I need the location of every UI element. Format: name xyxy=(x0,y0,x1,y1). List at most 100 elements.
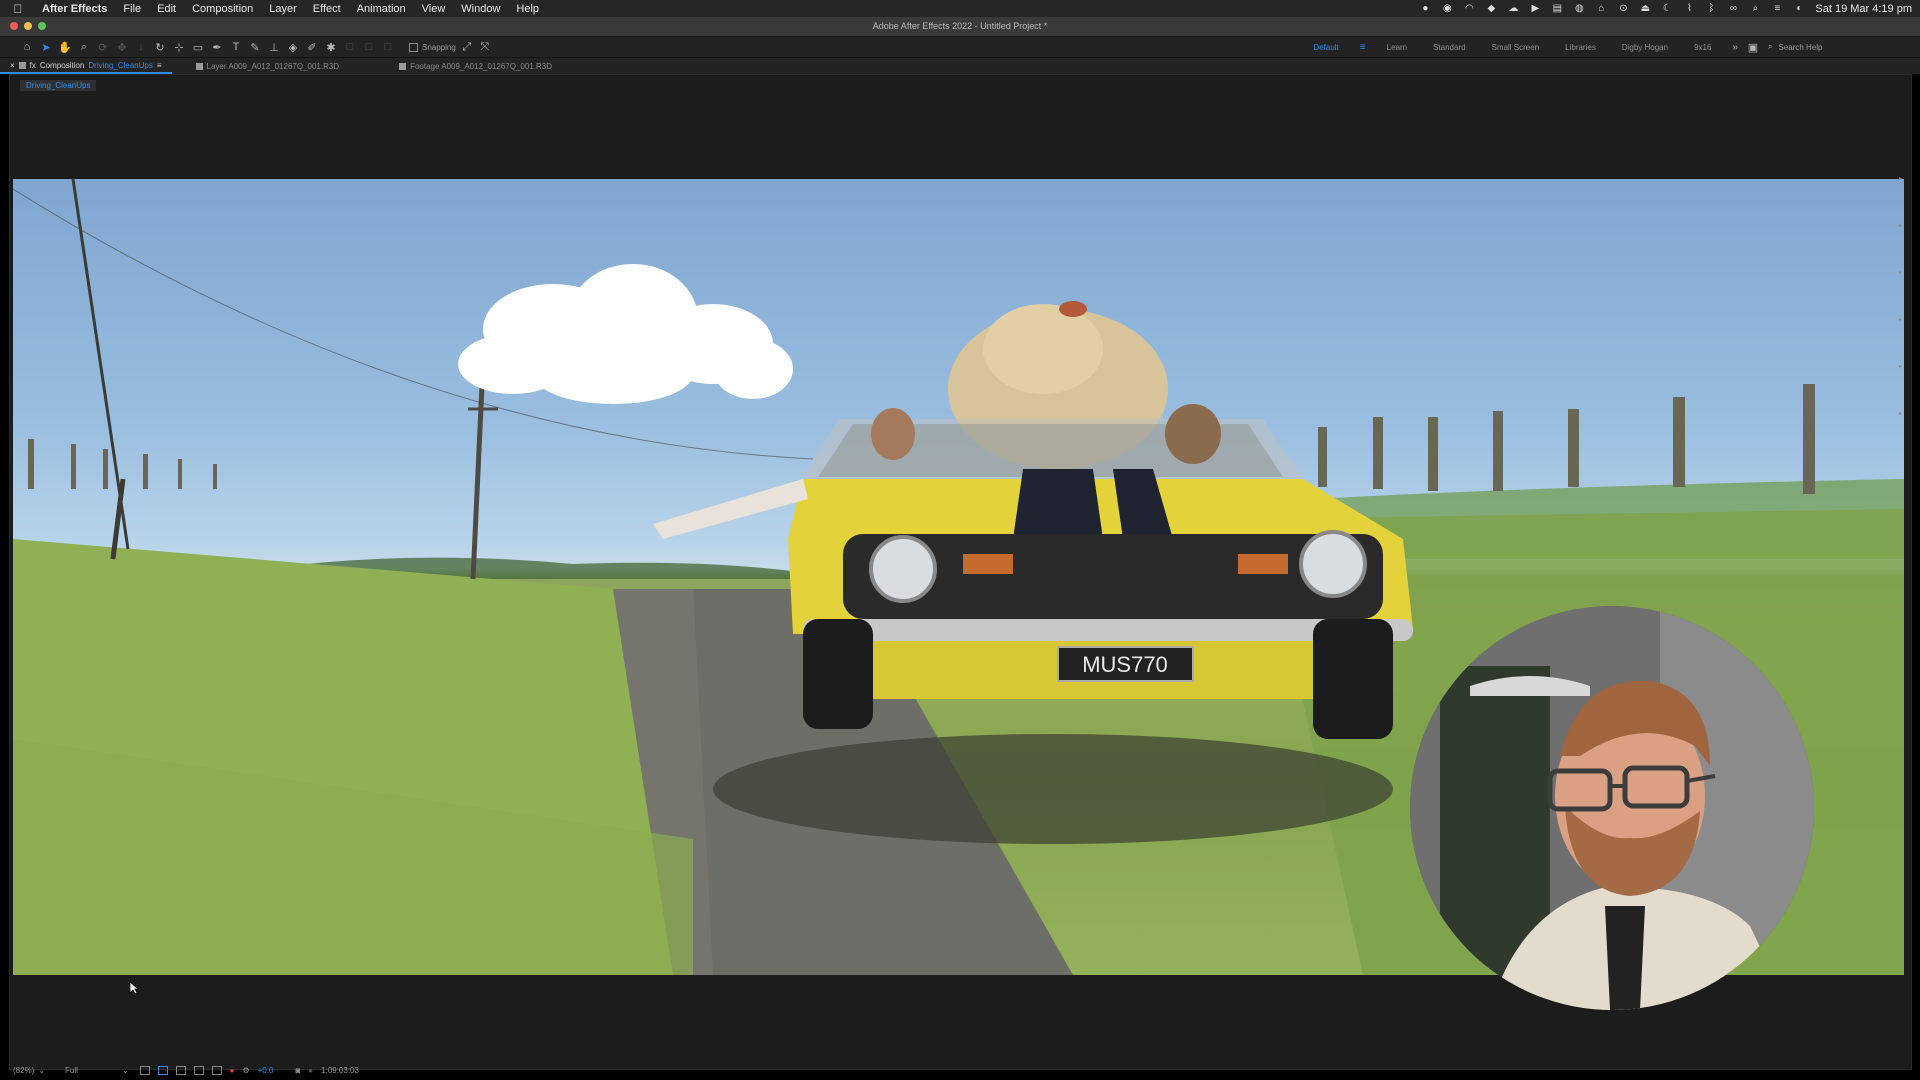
pan-camera-icon[interactable]: ✥ xyxy=(115,40,129,54)
status-menu-area: ● ◉ ◠ ◆ ☁ ▶ ▤ ◍ ⌂ ⊙ ⏏ ☾ ⌇ ᛒ ∞ ⌕ ≡ ◐ Sat … xyxy=(1419,3,1920,15)
apple-menu-icon[interactable]:  xyxy=(0,2,36,16)
lock-square-icon[interactable] xyxy=(18,61,26,69)
region-of-interest-icon[interactable] xyxy=(139,1065,150,1075)
exposure-value[interactable]: +0.0 xyxy=(258,1066,274,1075)
snap-features-icon[interactable]: ⤧ xyxy=(478,40,492,54)
search-help-field[interactable]: ⌕ Search Help xyxy=(1768,41,1908,54)
tab-composition-prefix: Composition xyxy=(39,60,85,70)
tab-footage-label: Footage A009_A012_01267Q_001.R3D xyxy=(410,61,552,71)
dropbox-icon[interactable]: ◆ xyxy=(1485,3,1497,15)
rotation-tool-icon[interactable]: ↻ xyxy=(153,40,167,54)
axis-local-icon[interactable]: □ xyxy=(343,40,357,54)
grid-options-icon[interactable] xyxy=(211,1065,222,1075)
workspace-small-screen[interactable]: Small Screen xyxy=(1479,43,1553,52)
workspace-standard[interactable]: Standard xyxy=(1420,43,1478,52)
type-tool-icon[interactable]: T xyxy=(229,40,243,54)
orbit-camera-icon[interactable]: ⟳ xyxy=(96,40,110,54)
magnification-select[interactable]: (82%) ⌄ xyxy=(10,1066,48,1075)
puppet-pin-tool-icon[interactable]: ✱ xyxy=(324,40,338,54)
brush-tool-icon[interactable]: ✎ xyxy=(248,40,262,54)
axis-view-icon[interactable]: □ xyxy=(381,40,395,54)
current-timecode[interactable]: 1:09:03:03 xyxy=(321,1066,359,1075)
rectangle-tool-icon[interactable]: ▭ xyxy=(191,40,205,54)
mask-visibility-icon[interactable] xyxy=(175,1065,186,1075)
menu-composition[interactable]: Composition xyxy=(184,3,261,15)
menu-effect[interactable]: Effect xyxy=(305,3,349,15)
stack-icon[interactable]: ▤ xyxy=(1551,3,1563,15)
workspace-libraries[interactable]: Libraries xyxy=(1552,43,1609,52)
menu-animation[interactable]: Animation xyxy=(349,3,414,15)
zoom-icon[interactable]: ◉ xyxy=(1441,3,1453,15)
search-icon: ⌕ xyxy=(1768,42,1773,51)
menu-edit[interactable]: Edit xyxy=(149,3,184,15)
hand-tool-icon[interactable]: ✋ xyxy=(58,40,72,54)
color-channels-icon[interactable]: ● xyxy=(230,1066,235,1075)
workspace-default[interactable]: Default xyxy=(1300,43,1351,52)
bluetooth-icon[interactable]: ᛒ xyxy=(1705,3,1717,15)
tab-layer-label: Layer A009_A012_01267Q_001.R3D xyxy=(206,61,340,71)
tab-composition[interactable]: × fx Composition Driving_CleanUps ≡ xyxy=(0,58,172,74)
control-center-icon[interactable]: ≡ xyxy=(1771,3,1783,15)
macos-menu-bar:  After Effects File Edit Composition La… xyxy=(0,0,1920,17)
panel-menu-icon[interactable]: ≡ xyxy=(157,61,162,70)
snapshot-camera-icon[interactable]: ◙ xyxy=(295,1066,300,1075)
workspace-learn[interactable]: Learn xyxy=(1374,43,1420,52)
exposure-reset-icon[interactable]: ⚙ xyxy=(242,1066,249,1075)
target-icon[interactable]: ⊙ xyxy=(1617,3,1629,15)
menu-help[interactable]: Help xyxy=(508,3,547,15)
layout-toggle-icon[interactable]: ▣ xyxy=(1746,40,1760,54)
presenter-video xyxy=(1410,606,1814,1010)
menu-view[interactable]: View xyxy=(414,3,454,15)
pen-tool-icon[interactable]: ✒ xyxy=(210,40,224,54)
resolution-value: Full xyxy=(65,1065,78,1075)
axis-world-icon[interactable]: □ xyxy=(362,40,376,54)
dolly-camera-icon[interactable]: ↓ xyxy=(134,40,148,54)
transparency-grid-icon[interactable] xyxy=(157,1065,168,1075)
menu-layer[interactable]: Layer xyxy=(261,3,305,15)
snapping-checkbox[interactable] xyxy=(409,42,418,52)
pan-behind-tool-icon[interactable]: ⊹ xyxy=(172,40,186,54)
workspace-9x16[interactable]: 9x16 xyxy=(1681,43,1724,52)
app-circle-icon[interactable]: ◍ xyxy=(1573,3,1585,15)
tab-footage[interactable]: Footage A009_A012_01267Q_001.R3D xyxy=(389,58,562,74)
moon-icon[interactable]: ☾ xyxy=(1661,3,1673,15)
workspace-menu-icon[interactable]: ≡ xyxy=(1352,42,1374,53)
panel-close-icon[interactable]: × xyxy=(10,61,15,70)
show-snapshot-icon[interactable]: ● xyxy=(308,1066,313,1075)
guides-options-icon[interactable] xyxy=(193,1065,204,1075)
tool-group: ⌂ ➤ ✋ ⌕ ⟳ ✥ ↓ ↻ ⊹ ▭ ✒ T ✎ ⊥ ◈ ✐ ✱ □ □ □ xyxy=(0,40,395,54)
resolution-select[interactable]: Full ⌄ xyxy=(62,1066,132,1075)
tools-toolbar: ⌂ ➤ ✋ ⌕ ⟳ ✥ ↓ ↻ ⊹ ▭ ✒ T ✎ ⊥ ◈ ✐ ✱ □ □ □ … xyxy=(0,37,1920,58)
record-icon[interactable]: ● xyxy=(1419,3,1431,15)
play-icon[interactable]: ▶ xyxy=(1529,3,1541,15)
creative-cloud-icon[interactable]: ☁ xyxy=(1507,3,1519,15)
workspace-overflow-button[interactable]: » xyxy=(1724,42,1746,53)
snap-edges-icon[interactable]: ⤢ xyxy=(460,40,474,54)
spotlight-search-icon[interactable]: ⌕ xyxy=(1749,3,1761,15)
airplay-icon[interactable]: ◠ xyxy=(1463,3,1475,15)
workspace-digby-hogan[interactable]: Digby Hogan xyxy=(1609,43,1681,52)
snapping-control[interactable]: Snapping ⤢ ⤧ xyxy=(409,40,492,54)
menu-window[interactable]: Window xyxy=(453,3,508,15)
comp-breadcrumb[interactable]: Driving_CleanUps xyxy=(20,80,97,91)
link-icon[interactable]: ∞ xyxy=(1727,3,1739,15)
siri-icon[interactable]: ◐ xyxy=(1793,3,1805,15)
eject-icon[interactable]: ⏏ xyxy=(1639,3,1651,15)
menu-app-name[interactable]: After Effects xyxy=(36,3,115,15)
eraser-tool-icon[interactable]: ◈ xyxy=(286,40,300,54)
ghost-icon[interactable]: ⌂ xyxy=(1595,3,1607,15)
home-icon[interactable]: ⌂ xyxy=(20,40,34,54)
window-title: Adobe After Effects 2022 - Untitled Proj… xyxy=(872,21,1048,31)
menu-file[interactable]: File xyxy=(115,3,149,15)
viewer-footer-controls: (82%) ⌄ Full ⌄ ● ⚙ +0.0 ◙ ● 1:09:03:03 xyxy=(10,1063,1913,1077)
wifi-off-icon[interactable]: ⌇ xyxy=(1683,3,1695,15)
roto-brush-tool-icon[interactable]: ✐ xyxy=(305,40,319,54)
window-title-bar: Adobe After Effects 2022 - Untitled Proj… xyxy=(0,17,1920,37)
chevron-down-icon: ⌄ xyxy=(121,1065,129,1075)
license-plate-text: MUS770 xyxy=(1082,652,1168,677)
selection-tool-icon[interactable]: ➤ xyxy=(39,40,53,54)
zoom-tool-icon[interactable]: ⌕ xyxy=(77,40,91,54)
menubar-clock[interactable]: Sat 19 Mar 4:19 pm xyxy=(1815,3,1912,15)
clone-stamp-tool-icon[interactable]: ⊥ xyxy=(267,40,281,54)
tab-layer[interactable]: Layer A009_A012_01267Q_001.R3D xyxy=(186,58,350,74)
